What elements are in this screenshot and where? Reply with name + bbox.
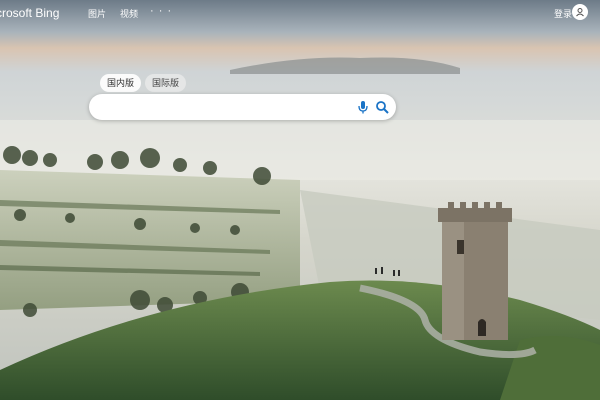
background-image xyxy=(0,0,600,400)
top-bar: crosoft Bing 图片 视频 · · · 登录 xyxy=(0,0,600,26)
more-menu[interactable]: · · · xyxy=(150,5,172,17)
region-tabs: 国内版 国际版 xyxy=(100,74,187,92)
search-icon[interactable] xyxy=(375,100,389,114)
search-box xyxy=(89,94,396,120)
bing-logo[interactable]: crosoft Bing xyxy=(0,6,59,20)
login-link[interactable]: 登录 xyxy=(554,7,572,20)
microphone-icon[interactable] xyxy=(356,100,370,114)
tab-international[interactable]: 国际版 xyxy=(145,74,187,92)
tab-domestic[interactable]: 国内版 xyxy=(100,74,142,92)
user-glyph-icon xyxy=(576,8,584,17)
nav-images[interactable]: 图片 xyxy=(88,7,106,20)
user-icon[interactable] xyxy=(572,4,588,20)
nav-videos[interactable]: 视频 xyxy=(120,7,138,20)
search-input[interactable] xyxy=(99,98,353,118)
top-nav: 图片 视频 xyxy=(88,7,138,20)
